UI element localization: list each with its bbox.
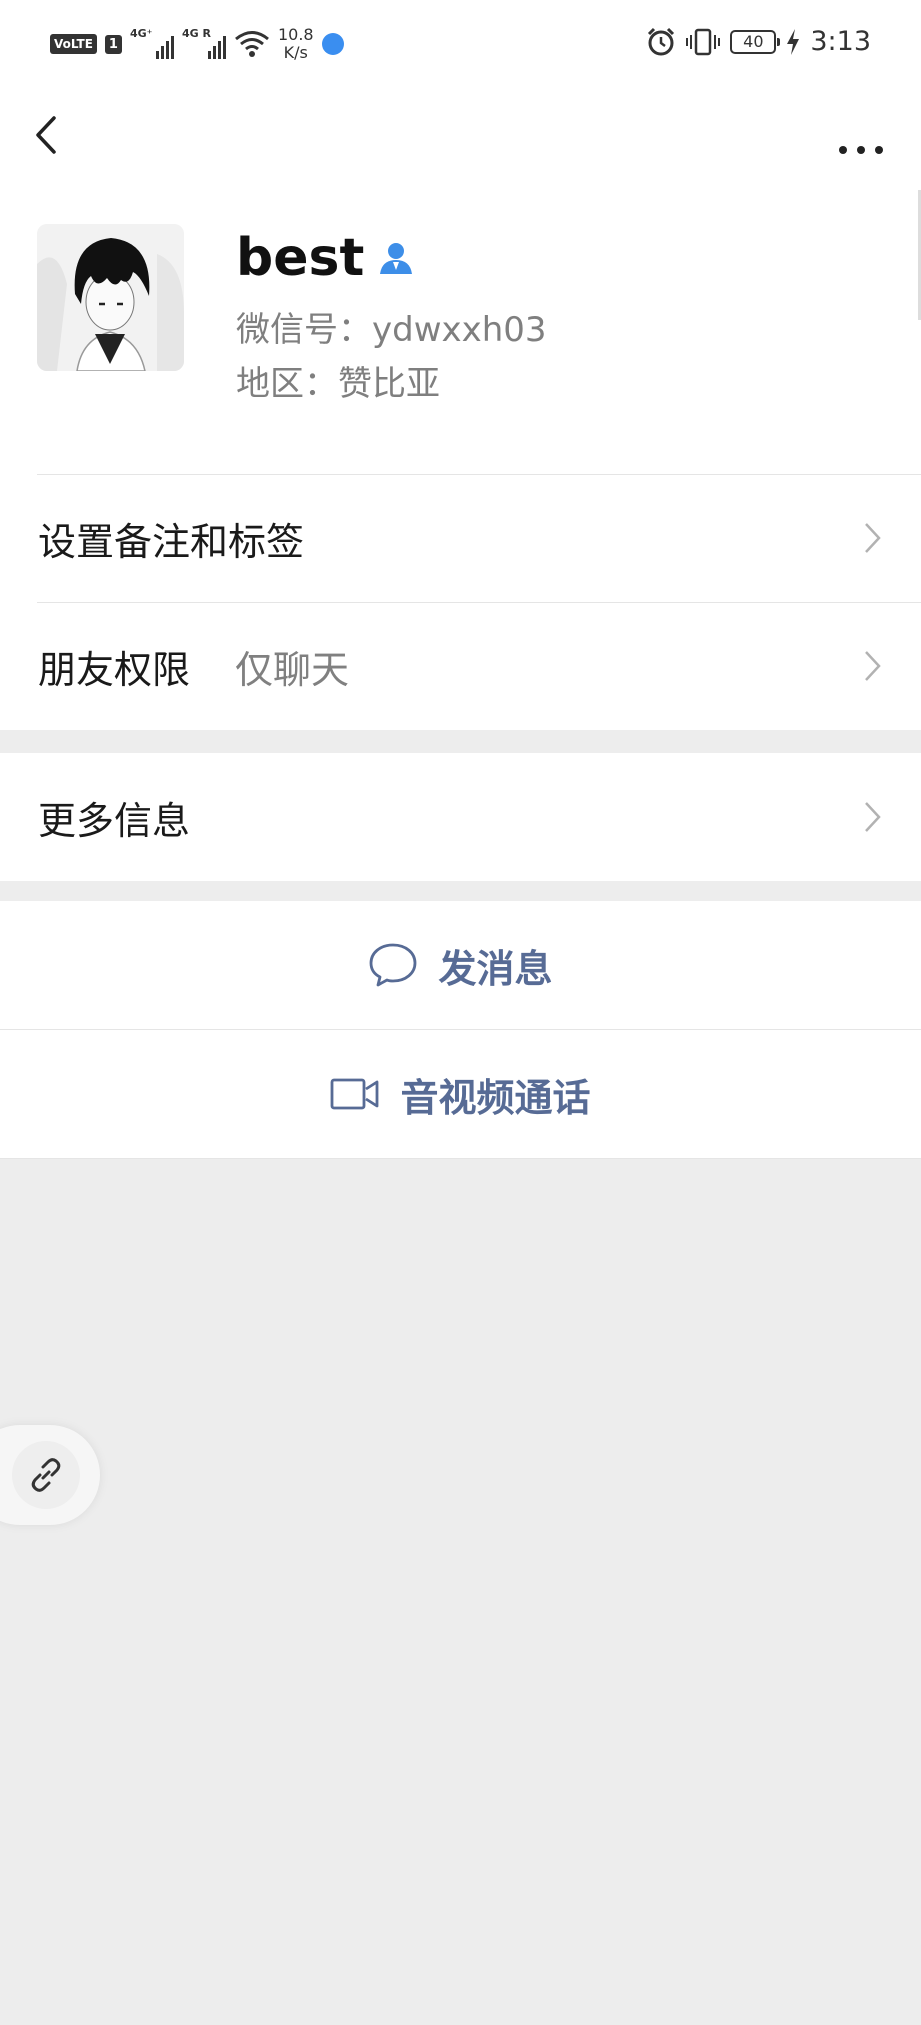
- clock: 3:13: [810, 26, 871, 57]
- alarm-icon: [648, 27, 675, 55]
- chevron-right-icon: [865, 523, 881, 553]
- wechat-id: 微信号：ydwxxh03: [236, 310, 547, 350]
- more-info-label: 更多信息: [38, 798, 191, 843]
- contact-person-icon: [380, 243, 413, 274]
- send-message-button[interactable]: 发消息: [0, 901, 921, 1029]
- chevron-right-icon: [865, 651, 881, 681]
- video-call-button[interactable]: 音视频通话: [0, 1030, 921, 1158]
- link-button-inner: [12, 1441, 80, 1509]
- speed-unit: K/s: [283, 43, 308, 62]
- volte-icon: VoLTE: [50, 34, 97, 54]
- floating-link-button[interactable]: [0, 1425, 100, 1525]
- navigation-bar: [0, 92, 921, 182]
- chat-bubble-icon: [370, 943, 417, 987]
- avatar[interactable]: [37, 224, 184, 371]
- wifi-icon: [235, 31, 269, 57]
- vibrate-icon: [686, 28, 721, 55]
- remark-tags-label: 设置备注和标签: [38, 519, 305, 564]
- status-bar: VoLTE 1 4G⁺ 4G R 10.8 K/s 40 3:13: [0, 0, 921, 92]
- more-info-row[interactable]: 更多信息: [0, 753, 921, 881]
- video-camera-icon: [331, 1078, 379, 1110]
- avatar-image: [37, 224, 184, 371]
- charging-bolt-icon: [787, 28, 800, 55]
- signal-icon: 4G R: [182, 27, 226, 61]
- app-status-icon: [321, 33, 344, 55]
- status-right: 40 3:13: [646, 26, 871, 57]
- friend-permission-label: 朋友权限: [38, 647, 191, 692]
- signal-icon: 4G⁺: [130, 27, 174, 61]
- region: 地区：赞比亚: [236, 364, 440, 404]
- divider: [0, 1158, 921, 1159]
- back-arrow-icon[interactable]: [24, 110, 74, 160]
- more-dots-icon[interactable]: [831, 110, 891, 160]
- status-left: VoLTE 1 4G⁺ 4G R 10.8 K/s: [50, 26, 344, 62]
- battery-icon: 40: [730, 29, 781, 54]
- video-call-label: 音视频通话: [400, 1075, 591, 1120]
- contact-name: best: [236, 228, 365, 288]
- settings-group: 设置备注和标签 朋友权限 仅聊天: [0, 474, 921, 730]
- remark-tags-row[interactable]: 设置备注和标签: [0, 474, 921, 602]
- link-icon: [31, 1458, 61, 1492]
- network-type-label: 4G R: [181, 27, 211, 40]
- more-info-group: 更多信息: [0, 753, 921, 881]
- friend-permission-row[interactable]: 朋友权限 仅聊天: [0, 602, 921, 730]
- name-row: best: [236, 228, 414, 288]
- network-speed: 10.8 K/s: [278, 26, 314, 62]
- speed-value: 10.8: [277, 25, 314, 44]
- profile-card: best 微信号：ydwxxh03 地区：赞比亚: [0, 182, 921, 474]
- network-type-label: 4G⁺: [129, 27, 153, 40]
- send-message-label: 发消息: [438, 946, 553, 991]
- friend-permission-value: 仅聊天: [235, 647, 350, 692]
- sim-icon: 1: [104, 34, 122, 54]
- chevron-right-icon: [865, 802, 881, 832]
